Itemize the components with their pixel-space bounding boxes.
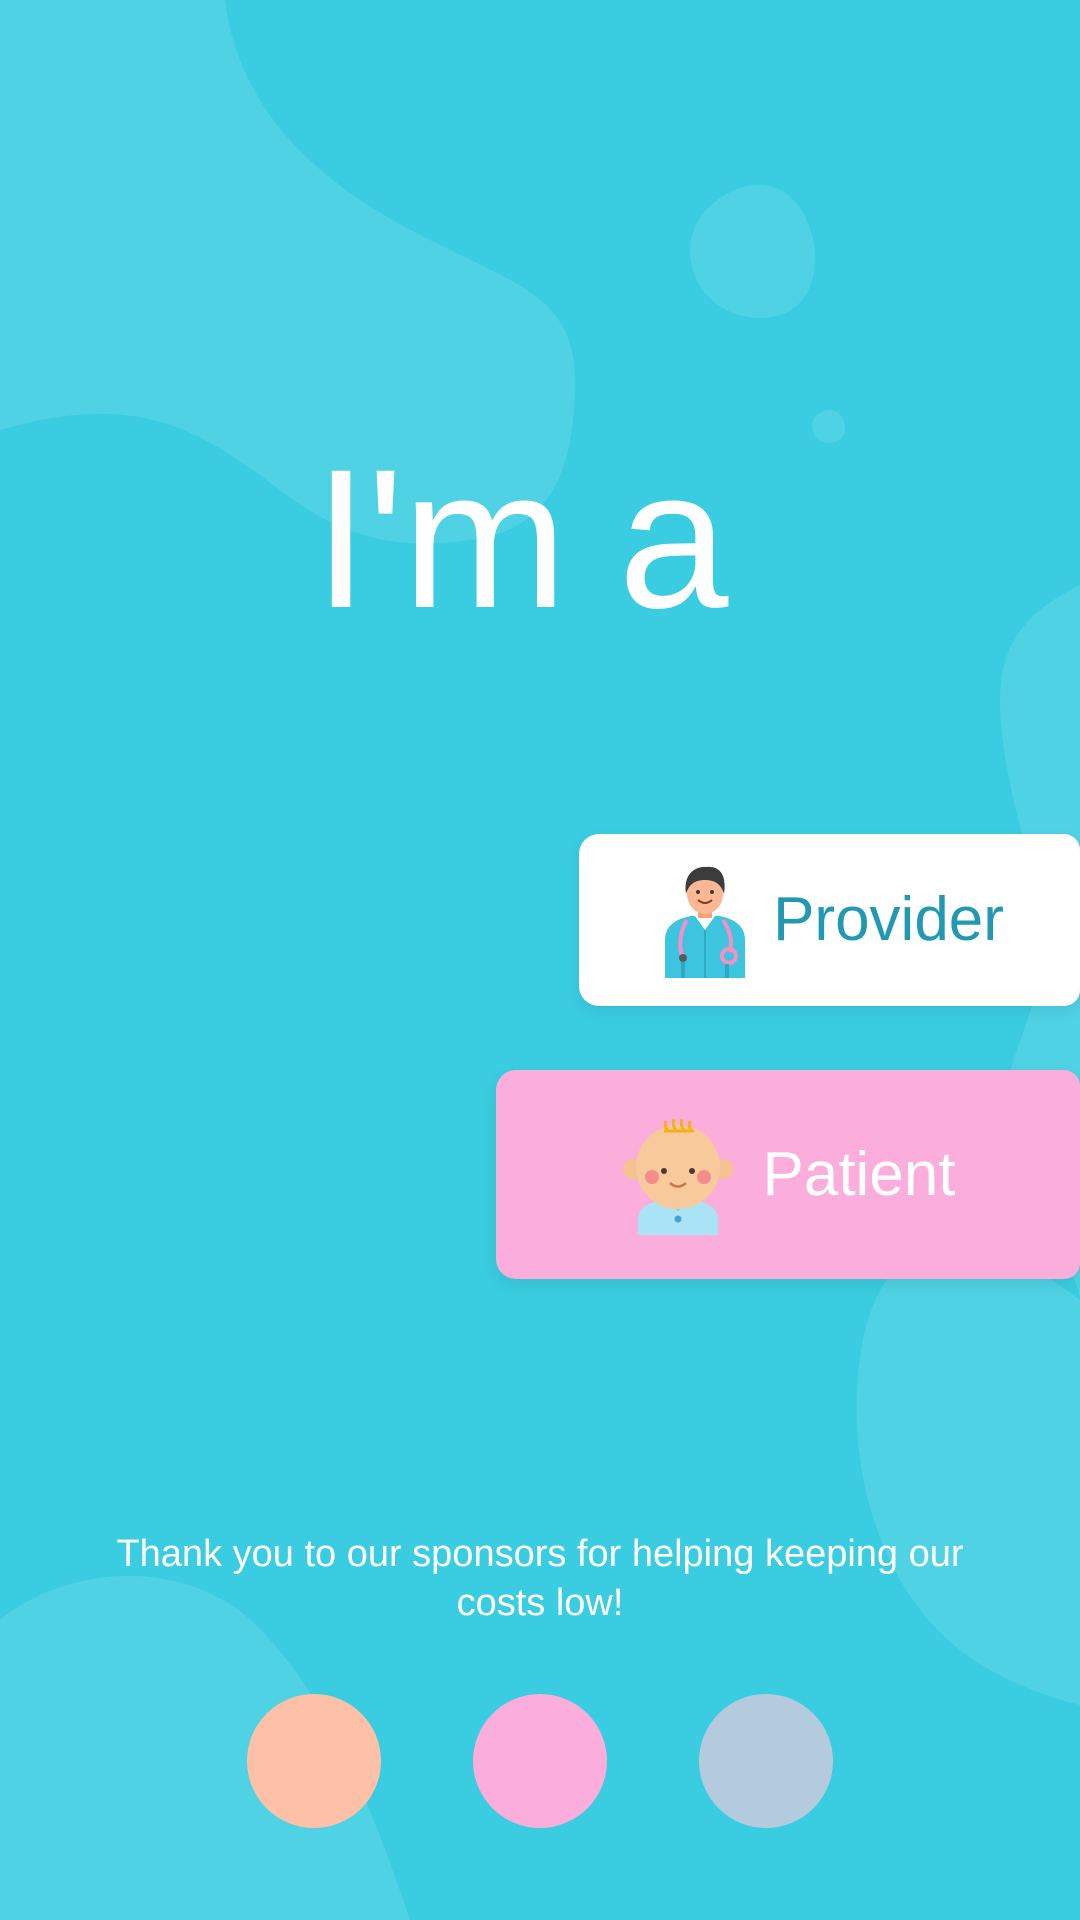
small-blob (690, 185, 815, 318)
right-lower-blob (856, 1243, 1080, 1705)
baby-icon (623, 1118, 734, 1235)
role-selection-screen: I'm a Provider Patient Thank you to our … (0, 0, 1080, 1920)
provider-label: Provider (773, 885, 1004, 954)
patient-label: Patient (762, 1139, 956, 1209)
dot-blob (812, 410, 845, 443)
sponsor-logo-2[interactable] (473, 1694, 607, 1828)
provider-button[interactable]: Provider (579, 834, 1080, 1006)
sponsor-message: Thank you to our sponsors for helping ke… (116, 1533, 964, 1624)
page-title: I'm a (313, 428, 729, 649)
patient-button[interactable]: Patient (496, 1070, 1080, 1279)
sponsor-logo-3[interactable] (699, 1694, 833, 1828)
sponsor-logo-1[interactable] (247, 1694, 381, 1828)
doctor-icon (665, 866, 746, 978)
